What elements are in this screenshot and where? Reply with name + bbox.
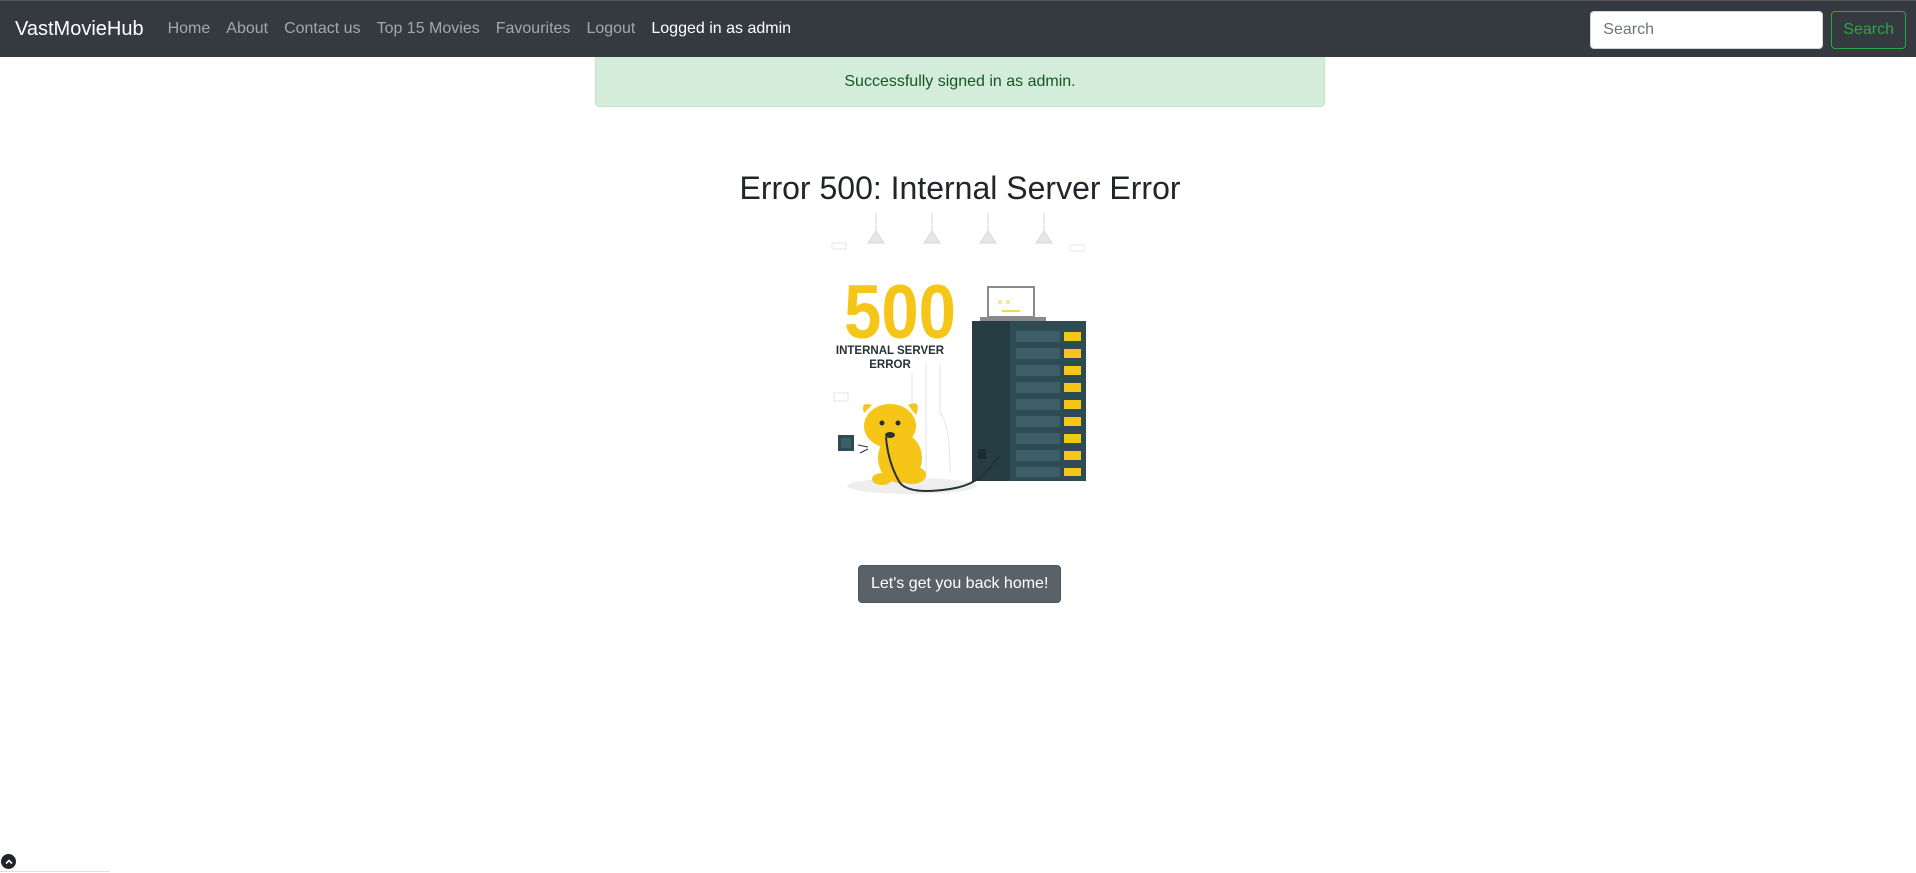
nav-logout[interactable]: Logout — [586, 20, 635, 38]
ceiling-lamps-icon — [867, 213, 1053, 244]
error-text: ERROR — [869, 359, 911, 371]
scroll-to-top-button[interactable] — [1, 854, 16, 869]
nav-about[interactable]: About — [226, 20, 268, 38]
logged-in-status: Logged in as admin — [651, 20, 792, 37]
error-500-text: 500 — [844, 270, 956, 355]
page-title: Error 500: Internal Server Error — [739, 170, 1181, 206]
nav-links: Home About Contact us Top 15 Movies Favo… — [168, 20, 807, 38]
chevron-up-icon — [4, 858, 13, 864]
error-500-illustration: 500 INTERNAL SERVER ERROR × × — [831, 213, 1086, 494]
search-button[interactable]: Search — [1831, 11, 1906, 49]
search-form: Search — [1590, 11, 1906, 49]
brand-logo[interactable]: VastMovieHub — [15, 18, 144, 41]
error-code-text: 500 — [844, 270, 956, 355]
nav-top-movies[interactable]: Top 15 Movies — [377, 20, 480, 38]
laptop-icon: × × — [980, 286, 1046, 321]
search-input[interactable] — [1590, 11, 1824, 49]
success-alert: Successfully signed in as admin. — [595, 57, 1325, 107]
internal-server-text: INTERNAL SERVER — [836, 345, 945, 357]
divider — [0, 871, 110, 872]
nav-home[interactable]: Home — [168, 20, 211, 38]
server-rack-icon — [972, 321, 1086, 481]
wall-socket-icon — [838, 435, 854, 451]
svg-text:× ×: × × — [997, 297, 1010, 307]
nav-contact[interactable]: Contact us — [284, 20, 360, 38]
back-home-button[interactable]: Let's get you back home! — [858, 565, 1062, 603]
navbar: VastMovieHub Home About Contact us Top 1… — [0, 0, 1916, 57]
nav-favourites[interactable]: Favourites — [496, 20, 571, 38]
